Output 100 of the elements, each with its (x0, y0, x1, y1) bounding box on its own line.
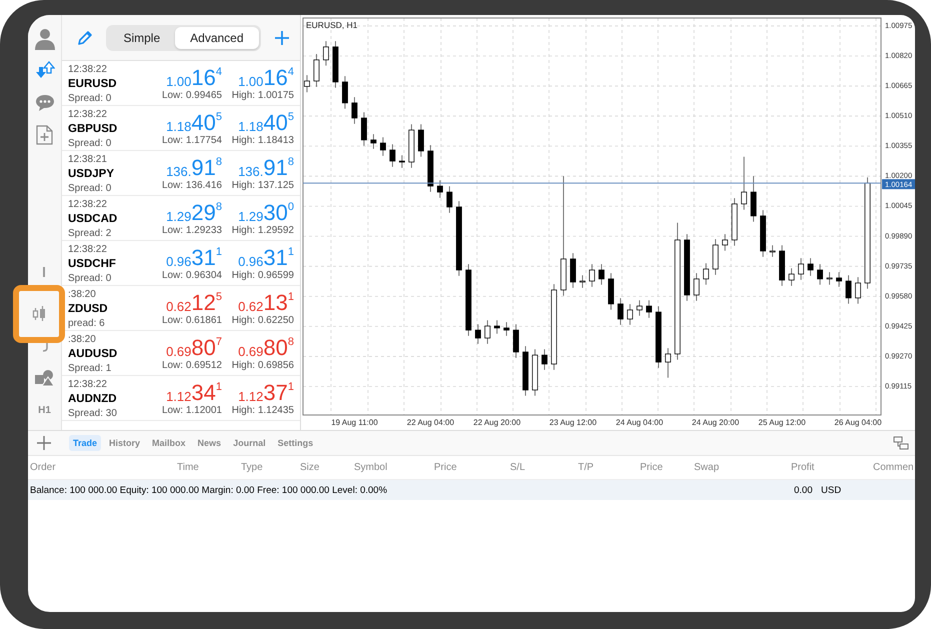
candle (732, 198, 738, 246)
candle (770, 244, 776, 258)
time-axis-label: 19 Aug 11:00 (331, 418, 378, 427)
high-value: High: 1.12435 (232, 404, 294, 417)
candle (580, 274, 586, 288)
quote-time: :38:20 (68, 288, 96, 301)
symbol-name[interactable]: ZDUSD (68, 301, 108, 317)
column-header[interactable]: Symbol (354, 462, 434, 473)
candle (646, 300, 652, 318)
terminal-tab[interactable]: Mailbox (148, 435, 190, 451)
symbol-name[interactable]: GBPUSD (68, 121, 118, 137)
high-value: High: 1.29592 (232, 224, 294, 237)
spread-value: Spread: 0 (68, 272, 112, 285)
quote-time: 12:38:22 (68, 63, 107, 76)
person-icon[interactable] (34, 28, 54, 50)
candle (808, 258, 814, 276)
candle (304, 74, 310, 93)
symbol-name[interactable]: USDCHF (68, 256, 116, 272)
candle (665, 348, 671, 378)
column-header[interactable]: Price (434, 462, 510, 473)
candle (826, 272, 832, 286)
candle (361, 112, 367, 146)
chat-icon[interactable] (34, 94, 54, 112)
low-value: Low: 0.99465 (162, 89, 222, 102)
candle (504, 322, 510, 336)
column-header[interactable]: Type (241, 462, 300, 473)
high-value: High: 0.96599 (232, 269, 294, 282)
candle (532, 348, 538, 396)
candlestick-icon[interactable] (32, 306, 46, 322)
spread-value: Spread: 0 (68, 137, 112, 150)
partial-icon[interactable] (43, 267, 46, 277)
high-value: High: 0.69856 (232, 359, 294, 372)
symbol-name[interactable]: USDJPY (68, 166, 114, 182)
column-header[interactable]: Order (30, 462, 177, 473)
candle (332, 40, 338, 88)
time-axis-label: 24 Aug 20:00 (692, 418, 740, 427)
quote-time: :38:20 (68, 333, 96, 346)
shapes-icon[interactable] (34, 370, 54, 386)
candle (428, 144, 434, 192)
time-axis-label: 22 Aug 20:00 (473, 418, 521, 427)
candle (618, 298, 624, 326)
column-header[interactable]: S/L (510, 462, 578, 473)
terminal-tab[interactable]: News (194, 435, 226, 451)
candle (370, 134, 376, 150)
column-header[interactable]: Time (177, 462, 241, 473)
candle (484, 320, 490, 344)
candle (475, 324, 481, 344)
candle (855, 276, 861, 304)
candle (380, 136, 386, 156)
low-value: Low: 1.12001 (162, 404, 222, 417)
symbol-name[interactable]: AUDNZD (68, 391, 117, 407)
low-value: Low: 1.29233 (162, 224, 222, 237)
candle (656, 306, 662, 368)
column-header[interactable]: Swap (694, 462, 791, 473)
timeframe-button[interactable]: H1 (38, 404, 51, 416)
candle (323, 40, 329, 66)
add-icon[interactable] (36, 435, 52, 451)
column-header[interactable]: T/P (578, 462, 640, 473)
terminal-tab[interactable]: Journal (229, 435, 270, 451)
mode-tab[interactable]: Simple (108, 26, 176, 48)
column-header[interactable]: Profit (791, 462, 873, 473)
candle (703, 262, 709, 286)
symbol-name[interactable]: USDCAD (68, 211, 118, 227)
mode-tab[interactable]: Advanced (175, 26, 259, 48)
spread-value: Spread: 2 (68, 227, 112, 240)
candle (750, 176, 756, 222)
candle (314, 54, 320, 88)
time-axis-label: 24 Aug 04:00 (616, 418, 664, 427)
layout-icon[interactable] (893, 436, 909, 450)
low-value: Low: 0.96304 (162, 269, 222, 282)
candle (760, 210, 766, 258)
terminal-tab[interactable]: Settings (274, 435, 318, 451)
candle (342, 76, 348, 110)
add-icon[interactable] (274, 30, 290, 46)
column-header[interactable]: Commen (873, 462, 915, 473)
chart-title: EURUSD, H1 (306, 20, 358, 30)
quote-time: 12:38:22 (68, 378, 107, 391)
candle (627, 304, 633, 326)
low-value: Low: 136.416 (162, 179, 222, 192)
candle (636, 300, 642, 316)
profit-value: 0.00 (794, 484, 814, 496)
candle (712, 238, 718, 276)
time-axis-label: 26 Aug 04:00 (834, 418, 882, 427)
price-chart[interactable] (301, 15, 915, 430)
column-header[interactable]: Price (640, 462, 694, 473)
new-document-icon[interactable] (36, 125, 53, 145)
spread-value: Spread: 30 (68, 407, 117, 420)
candle (817, 264, 823, 286)
high-value: High: 1.00175 (232, 89, 294, 102)
candle (779, 244, 785, 286)
symbol-name[interactable]: EURUSD (68, 76, 117, 92)
symbol-name[interactable]: AUDUSD (68, 346, 118, 362)
currency-label: USD (821, 484, 842, 496)
candle (352, 96, 358, 124)
time-axis-label: 22 Aug 04:00 (406, 418, 454, 427)
terminal-tab[interactable]: Trade (69, 435, 102, 451)
column-header[interactable]: Size (300, 462, 354, 473)
pencil-icon[interactable] (77, 30, 93, 46)
terminal-tab[interactable]: History (105, 435, 144, 451)
partial-icon[interactable] (42, 342, 48, 352)
